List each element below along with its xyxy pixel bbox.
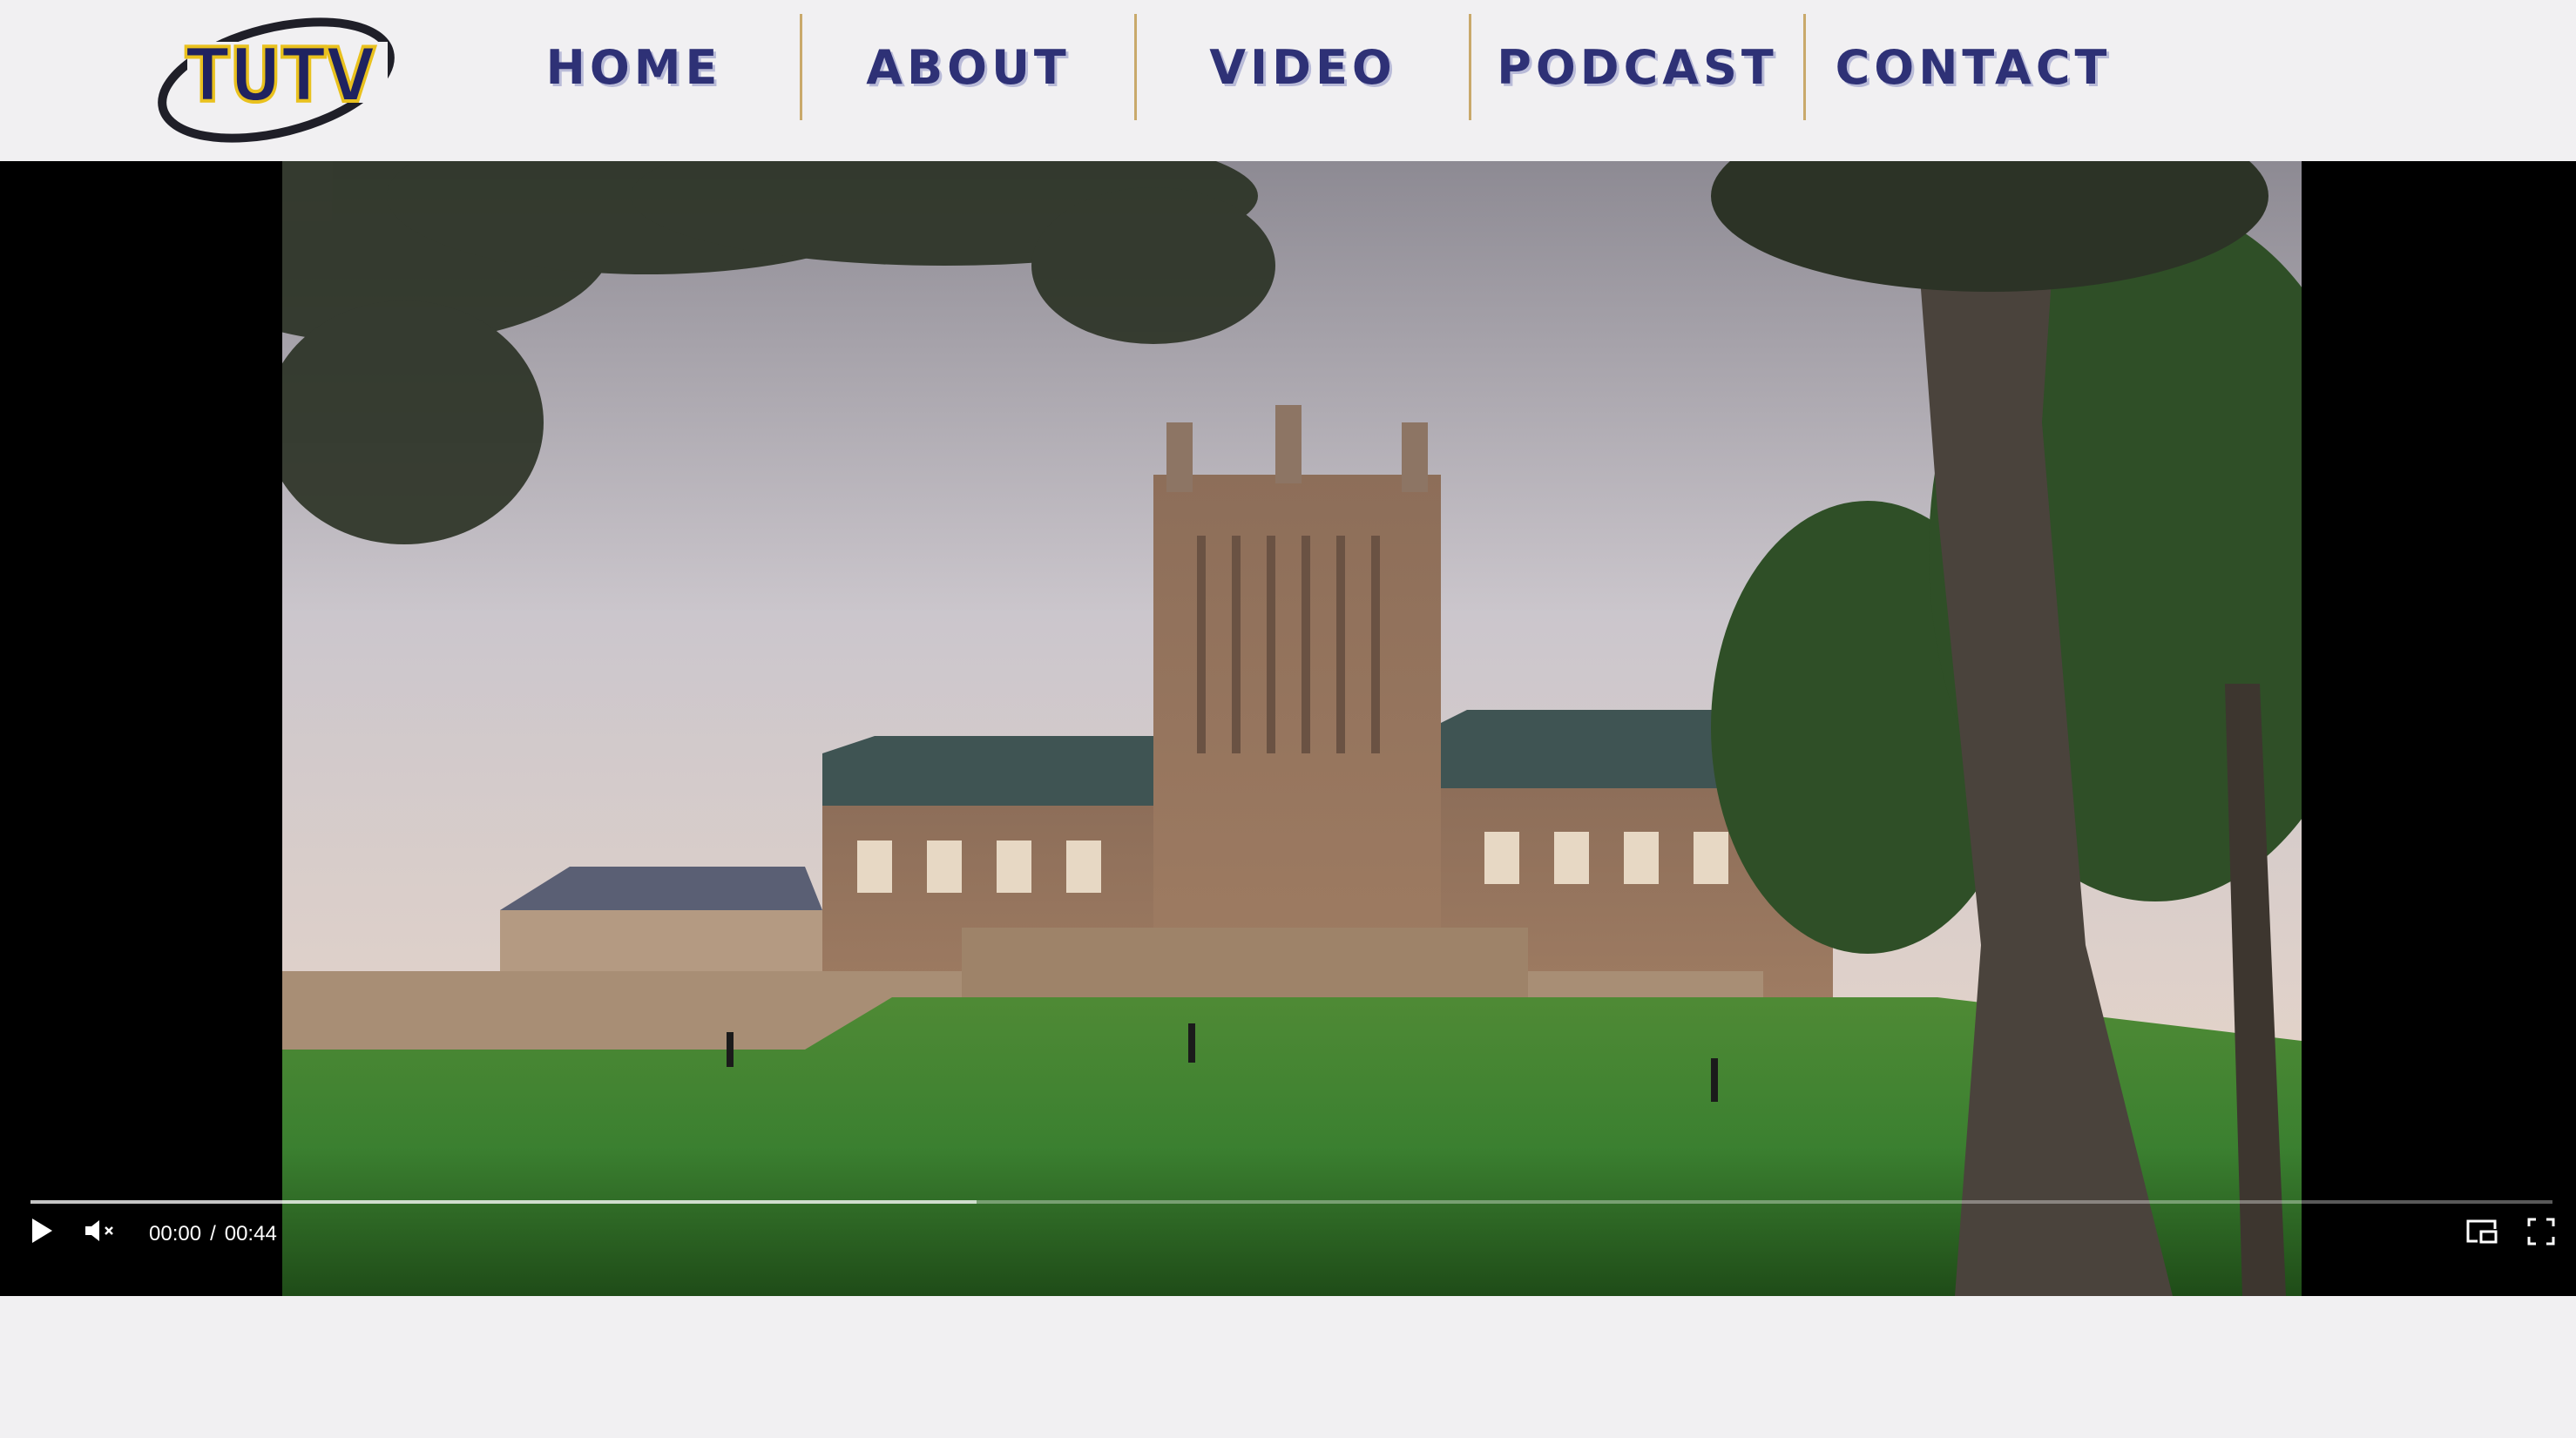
duration: 00:44 (224, 1222, 277, 1246)
current-time: 00:00 (149, 1222, 202, 1246)
time-display: 00:00 / 00:44 (149, 1222, 277, 1246)
nav-about[interactable]: ABOUT (802, 14, 1137, 120)
svg-text:TUTV: TUTV (186, 32, 375, 119)
campus-building-illustration (282, 161, 2302, 1296)
nav-podcast[interactable]: PODCAST (1471, 14, 1806, 120)
video-player[interactable]: 00:00 / 00:44 (0, 161, 2576, 1296)
nav-home[interactable]: HOME (468, 14, 802, 120)
play-icon (32, 1219, 52, 1243)
site-header: TUTV HOME ABOUT VIDEO PODCAST CONTACT (0, 0, 2576, 161)
main-nav: HOME ABOUT VIDEO PODCAST CONTACT (468, 14, 2140, 120)
time-separator: / (210, 1222, 216, 1246)
video-frame (282, 161, 2302, 1296)
nav-contact[interactable]: CONTACT (1806, 14, 2140, 120)
tutv-logo-icon: TUTV (158, 17, 395, 143)
mute-button[interactable] (84, 1217, 118, 1245)
nav-video[interactable]: VIDEO (1137, 14, 1471, 120)
play-button[interactable] (26, 1215, 57, 1246)
fullscreen-button[interactable] (2525, 1217, 2557, 1246)
picture-in-picture-icon (2466, 1219, 2498, 1244)
picture-in-picture-button[interactable] (2464, 1217, 2499, 1246)
site-logo[interactable]: TUTV (152, 7, 401, 146)
fullscreen-icon (2527, 1218, 2555, 1246)
volume-muted-icon (85, 1220, 113, 1241)
video-progress-bar[interactable] (30, 1200, 2552, 1204)
progress-buffered (30, 1200, 977, 1204)
